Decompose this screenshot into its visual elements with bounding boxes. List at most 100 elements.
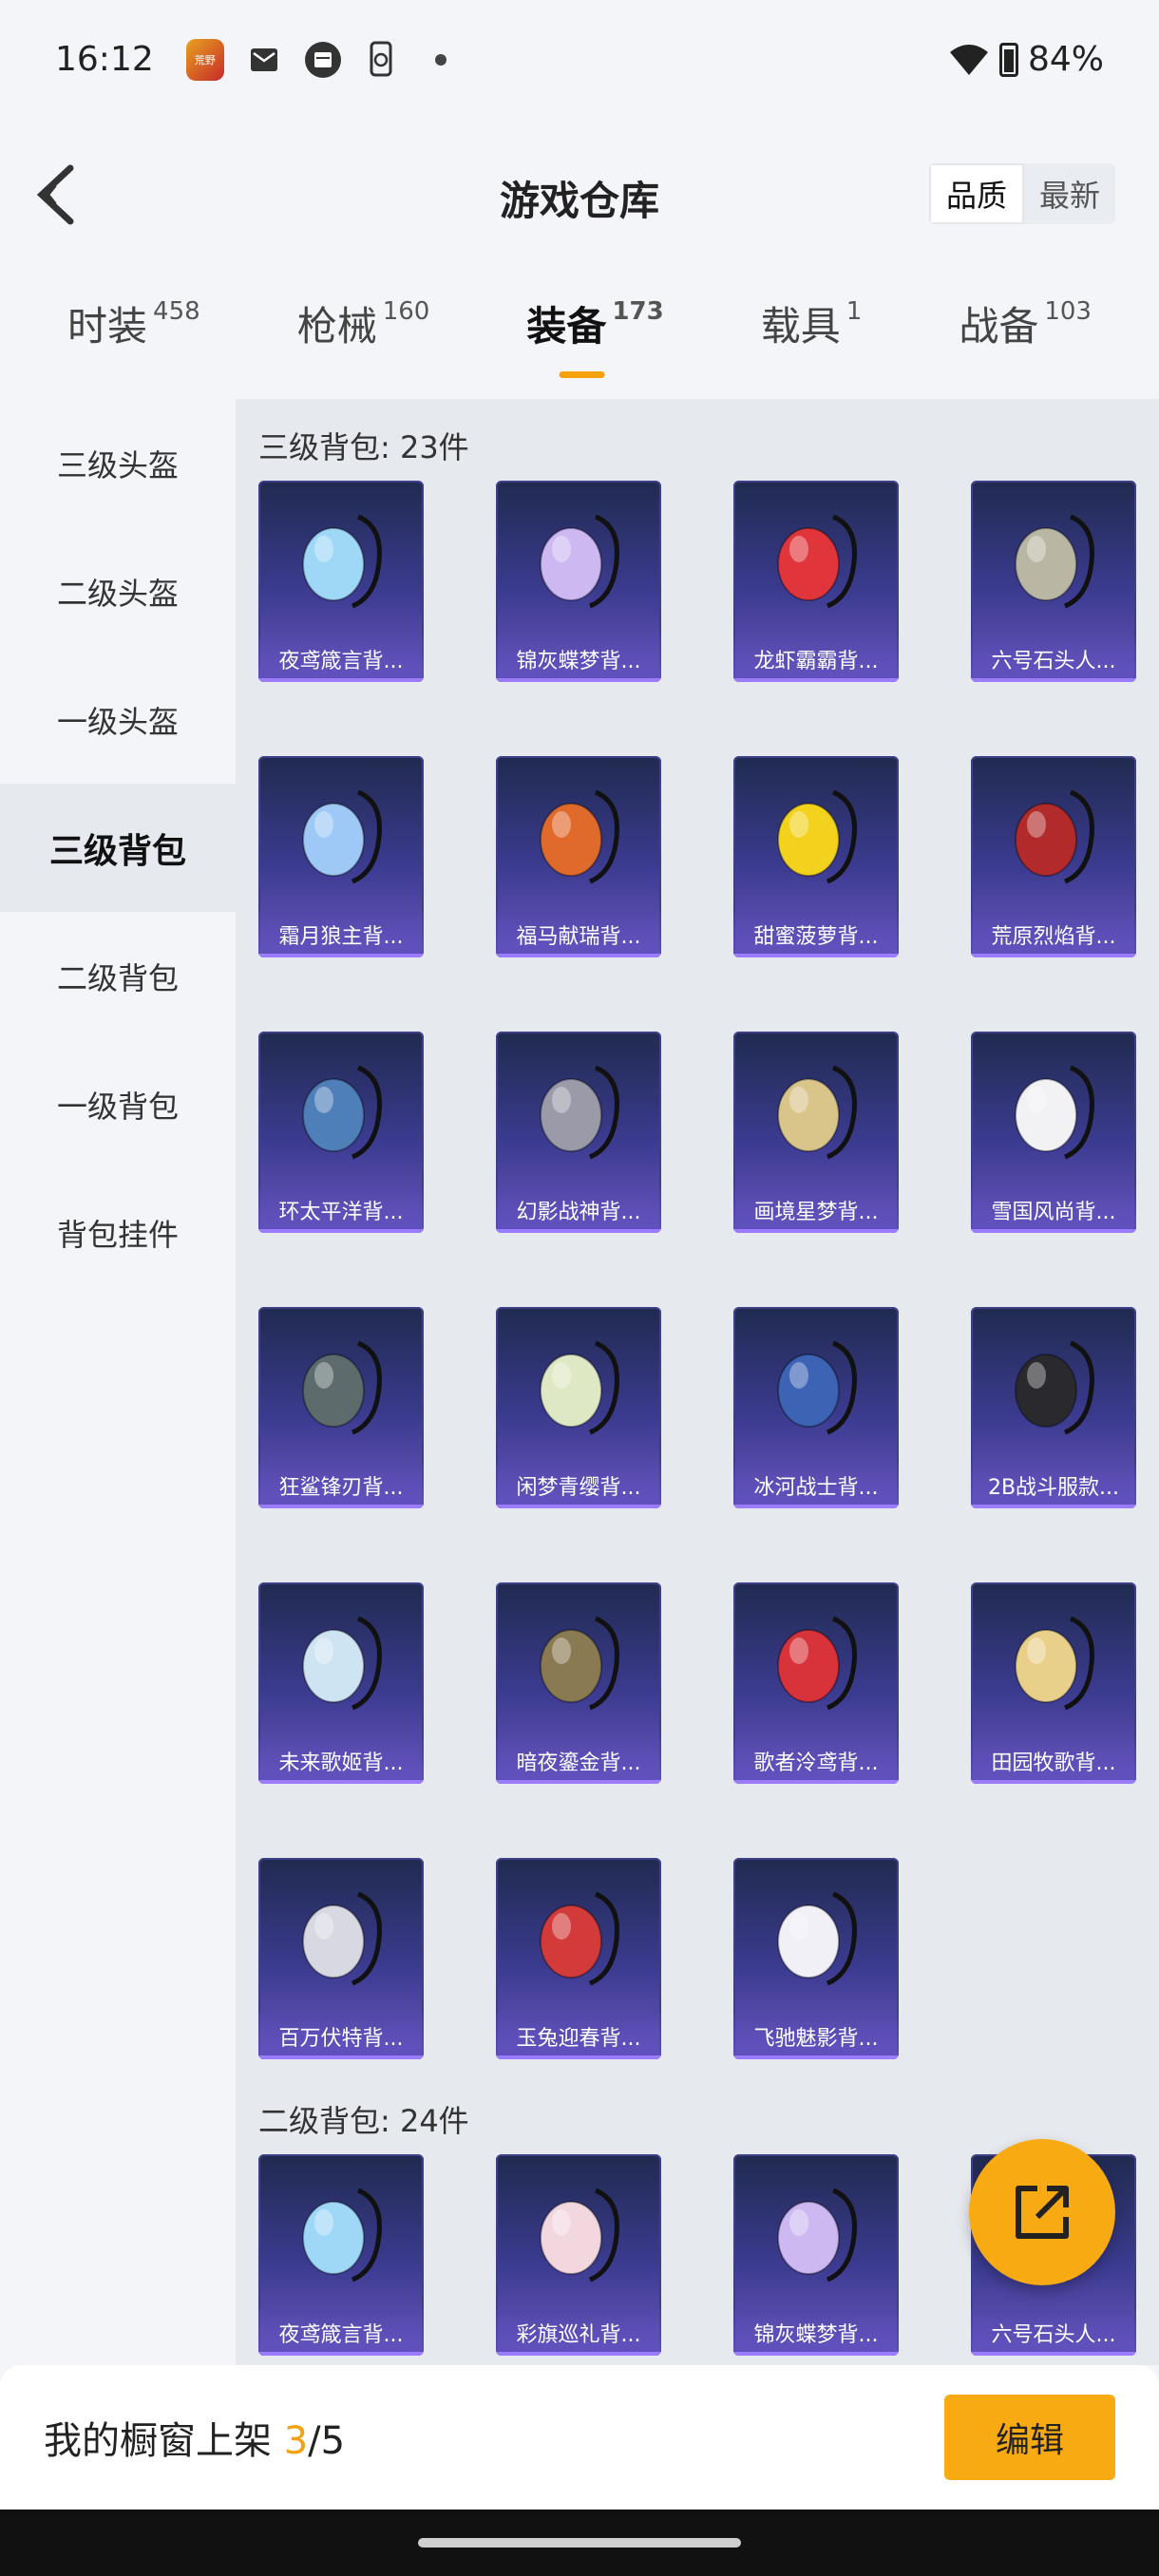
quality-bar [496,1780,661,1784]
battery-icon [998,42,1018,77]
item-card[interactable]: 甜蜜菠萝背... [733,756,899,957]
sidebar-item-backpack-2[interactable]: 二级背包 [0,912,236,1040]
sidebar-item-helmet-3[interactable]: 三级头盔 [0,399,236,527]
pineapple-backpack-icon [733,766,899,908]
flower-basket-backpack-icon [971,1592,1136,1734]
flag-backpack-icon [496,2164,661,2306]
item-card[interactable]: 夜鸢箴言背... [258,2154,424,2356]
page: 16:12 荒野 84% 游戏仓库 品质 最新 时装 458 枪械 160 装备… [0,0,1159,2576]
tab-supplies[interactable]: 战备 103 [959,294,1092,389]
quality-bar [733,2055,899,2059]
sidebar-item-backpack-3[interactable]: 三级背包 [0,784,236,912]
item-name: 歌者泠鸢背... [733,1738,899,1784]
item-card[interactable]: 百万伏特背... [258,1858,424,2059]
home-gesture-bar[interactable] [418,2538,741,2548]
item-name: 暗夜鎏金背... [496,1738,661,1784]
item-name: 霜月狼主背... [258,912,424,957]
sidebar-item-helmet-1[interactable]: 一级头盔 [0,655,236,784]
item-card[interactable]: 幻影战神背... [496,1032,661,1233]
sort-newest-button[interactable]: 最新 [1024,163,1115,224]
item-card[interactable]: 闲梦青缨背... [496,1307,661,1508]
item-card[interactable]: 锦灰蝶梦背... [733,2154,899,2356]
quality-bar [258,954,424,957]
item-card[interactable]: 霜月狼主背... [258,756,424,957]
tab-fashion[interactable]: 时装 458 [67,294,200,389]
quality-bar [258,2352,424,2356]
item-card[interactable]: 狂鲨锋刃背... [258,1307,424,1508]
penguin-backpack-icon [971,1041,1136,1184]
item-name: 环太平洋背... [258,1187,424,1233]
item-card[interactable]: 雪国风尚背... [971,1032,1136,1233]
item-name: 荒原烈焰背... [971,912,1136,957]
tab-guns[interactable]: 枪械 160 [297,294,430,389]
item-card[interactable]: 福马献瑞背... [496,756,661,957]
item-card[interactable]: 彩旗巡礼背... [496,2154,661,2356]
item-list[interactable]: 三级背包: 23件 夜鸢箴言背... 锦灰蝶梦背... 龙虾霸霸背... 六号石头人.… [236,399,1159,2365]
item-card[interactable]: 田园牧歌背... [971,1582,1136,1784]
frost-orb-backpack-icon [258,766,424,908]
edit-button[interactable]: 编辑 [944,2395,1115,2480]
singer-backpack-icon [258,1592,424,1734]
sidebar-item-backpack-charm[interactable]: 背包挂件 [0,1168,236,1297]
sort-quality-button[interactable]: 品质 [928,163,1024,224]
item-card[interactable]: 画境星梦背... [733,1032,899,1233]
mech-backpack-icon [258,1041,424,1184]
item-card[interactable]: 环太平洋背... [258,1032,424,1233]
tab-vehicles[interactable]: 载具 1 [761,294,863,389]
crystal-backpack-icon [733,2164,899,2306]
item-name: 锦灰蝶梦背... [733,2310,899,2356]
dot-icon [422,41,460,79]
item-name: 雪国风尚背... [971,1187,1136,1233]
item-card[interactable]: 未来歌姬背... [258,1582,424,1784]
black-backpack-icon [971,1316,1136,1459]
quality-bar [733,954,899,957]
quality-bar [733,2352,899,2356]
blue-backpack-icon [733,1316,899,1459]
quality-bar [258,1780,424,1784]
item-name: 彩旗巡礼背... [496,2310,661,2356]
robot-backpack-icon [258,1867,424,2010]
racer-backpack-icon [733,1867,899,2010]
item-card[interactable]: 2B战斗服款... [971,1307,1136,1508]
item-card[interactable]: 飞驰魅影背... [733,1858,899,2059]
quality-bar [496,1229,661,1233]
quality-bar [258,2055,424,2059]
item-card[interactable]: 暗夜鎏金背... [496,1582,661,1784]
item-name: 六号石头人... [971,2310,1136,2356]
item-name: 六号石头人... [971,636,1136,682]
item-card[interactable]: 龙虾霸霸背... [733,481,899,682]
item-name: 冰河战士背... [733,1463,899,1508]
quality-bar [496,2055,661,2059]
quality-bar [733,1229,899,1233]
jellyfish-backpack-icon [258,490,424,633]
sidebar-item-helmet-2[interactable]: 二级头盔 [0,527,236,655]
phantom-backpack-icon [496,1041,661,1184]
item-name: 夜鸢箴言背... [258,2310,424,2356]
crystal-backpack-icon [496,490,661,633]
item-name: 狂鲨锋刃背... [258,1463,424,1508]
battery-level: 84% [1027,40,1104,79]
system-nav-bar [0,2510,1159,2576]
section-title-backpack-3: 三级背包: 23件 [258,429,469,465]
mail-icon [245,41,283,79]
lantern-backpack-icon [496,1316,661,1459]
jellyfish-backpack-icon [258,2164,424,2306]
item-card[interactable]: 玉兔迎春背... [496,1858,661,2059]
item-card[interactable]: 歌者泠鸢背... [733,1582,899,1784]
flame-backpack-icon [971,766,1136,908]
item-card[interactable]: 锦灰蝶梦背... [496,481,661,682]
item-card[interactable]: 六号石头人... [971,481,1136,682]
item-name: 玉兔迎春背... [496,2014,661,2059]
header: 游戏仓库 品质 最新 [0,142,1159,247]
item-card[interactable]: 夜鸢箴言背... [258,481,424,682]
item-card[interactable]: 荒原烈焰背... [971,756,1136,957]
tab-equipment[interactable]: 装备 173 [526,294,664,389]
sidebar-item-backpack-1[interactable]: 一级背包 [0,1040,236,1168]
horse-backpack-icon [496,766,661,908]
quality-bar [971,1229,1136,1233]
item-name: 田园牧歌背... [971,1738,1136,1784]
item-name: 未来歌姬背... [258,1738,424,1784]
item-card[interactable]: 冰河战士背... [733,1307,899,1508]
quality-bar [971,954,1136,957]
share-button[interactable] [969,2139,1115,2285]
